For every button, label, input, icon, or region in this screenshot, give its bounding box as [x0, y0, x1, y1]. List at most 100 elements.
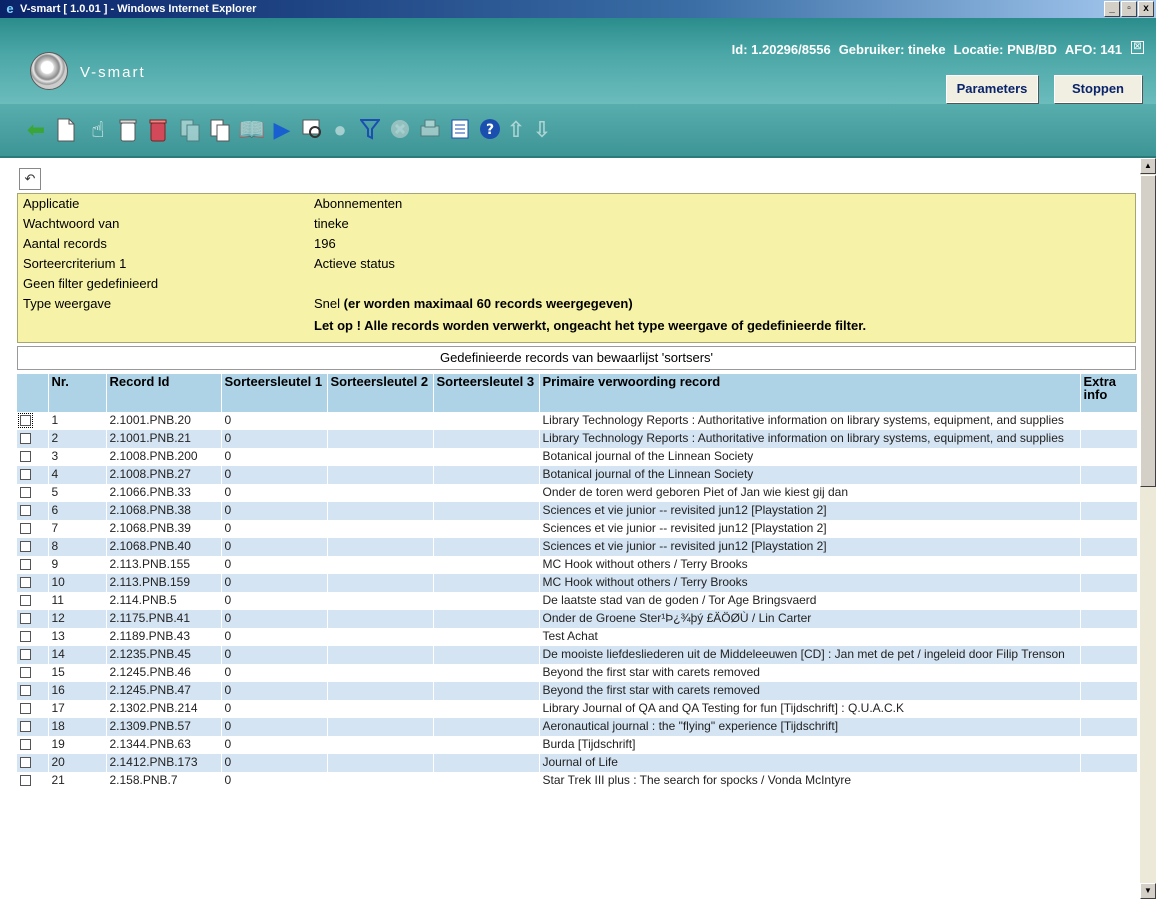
- close-window-button[interactable]: x: [1138, 1, 1154, 17]
- table-row[interactable]: 18 2.1309.PNB.57 0 Aeronautical journal : t…: [17, 718, 1138, 736]
- row-record-id[interactable]: 2.1412.PNB.173: [106, 754, 222, 772]
- table-row[interactable]: 3 2.1008.PNB.200 0 Botanical journal of the…: [17, 448, 1138, 466]
- row-record-id[interactable]: 2.1068.PNB.40: [106, 538, 222, 556]
- search-settings-icon[interactable]: [300, 118, 324, 142]
- col-extra-info[interactable]: Extra info: [1080, 374, 1138, 412]
- maximize-button[interactable]: ▫: [1121, 1, 1137, 17]
- row-record-id[interactable]: 2.1008.PNB.27: [106, 466, 222, 484]
- row-record-id[interactable]: 2.113.PNB.155: [106, 556, 222, 574]
- row-record-id[interactable]: 2.1245.PNB.47: [106, 682, 222, 700]
- row-checkbox[interactable]: [20, 613, 31, 624]
- open-book-icon[interactable]: 📖: [238, 118, 265, 142]
- row-checkbox[interactable]: [20, 757, 31, 768]
- close-icon[interactable]: ⊠: [1131, 41, 1144, 54]
- row-checkbox[interactable]: [20, 685, 31, 696]
- table-row[interactable]: 2 2.1001.PNB.21 0 Library Technology Report…: [17, 430, 1138, 448]
- delete-all-icon[interactable]: [146, 118, 170, 142]
- delete-icon[interactable]: [116, 118, 140, 142]
- print-icon[interactable]: [418, 118, 442, 142]
- table-row[interactable]: 1 2.1001.PNB.20 0 Library Technology Report…: [17, 412, 1138, 430]
- row-checkbox[interactable]: [18, 413, 33, 428]
- table-row[interactable]: 6 2.1068.PNB.38 0 Sciences et vie junior --…: [17, 502, 1138, 520]
- row-checkbox[interactable]: [20, 505, 31, 516]
- row-checkbox[interactable]: [20, 523, 31, 534]
- col-nr[interactable]: Nr.: [48, 374, 107, 412]
- row-checkbox[interactable]: [20, 649, 31, 660]
- table-row[interactable]: 17 2.1302.PNB.214 0 Library Journal of QA a…: [17, 700, 1138, 718]
- new-document-icon[interactable]: [54, 118, 78, 142]
- table-row[interactable]: 12 2.1175.PNB.41 0 Onder de Groene Ster¹Þ¿¾…: [17, 610, 1138, 628]
- vertical-scrollbar[interactable]: ▲ ▼: [1140, 158, 1156, 899]
- undo-icon[interactable]: ↶: [19, 168, 41, 190]
- stoppen-button[interactable]: Stoppen: [1054, 75, 1142, 103]
- table-row[interactable]: 10 2.113.PNB.159 0 MC Hook without others /…: [17, 574, 1138, 592]
- scroll-thumb[interactable]: [1140, 175, 1156, 487]
- table-row[interactable]: 14 2.1235.PNB.45 0 De mooiste liefdeslieder…: [17, 646, 1138, 664]
- col-sortkey-3[interactable]: Sorteersleutel 3: [433, 374, 540, 412]
- row-checkbox[interactable]: [20, 721, 31, 732]
- play-icon[interactable]: ▶: [270, 118, 294, 142]
- row-record-id[interactable]: 2.113.PNB.159: [106, 574, 222, 592]
- help-icon[interactable]: ?: [478, 118, 502, 142]
- copy-record-icon[interactable]: [178, 118, 202, 142]
- row-record-id[interactable]: 2.1001.PNB.21: [106, 430, 222, 448]
- parameters-button[interactable]: Parameters: [946, 75, 1038, 103]
- table-row[interactable]: 13 2.1189.PNB.43 0 Test Achat: [17, 628, 1138, 646]
- row-record-id[interactable]: 2.1235.PNB.45: [106, 646, 222, 664]
- col-primary[interactable]: Primaire verwoording record: [539, 374, 1081, 412]
- row-record-id[interactable]: 2.1068.PNB.39: [106, 520, 222, 538]
- row-checkbox[interactable]: [20, 703, 31, 714]
- row-checkbox[interactable]: [20, 775, 31, 786]
- up-arrow-icon[interactable]: ⇧: [504, 118, 528, 142]
- row-record-id[interactable]: 2.114.PNB.5: [106, 592, 222, 610]
- scroll-down-icon[interactable]: ▼: [1140, 883, 1156, 899]
- minimize-button[interactable]: _: [1104, 1, 1120, 17]
- table-row[interactable]: 11 2.114.PNB.5 0 De laatste stad van de god…: [17, 592, 1138, 610]
- row-checkbox[interactable]: [20, 559, 31, 570]
- table-row[interactable]: 5 2.1066.PNB.33 0 Onder de toren werd gebor…: [17, 484, 1138, 502]
- row-record-id[interactable]: 2.1189.PNB.43: [106, 628, 222, 646]
- col-record-id[interactable]: Record Id: [106, 374, 222, 412]
- table-row[interactable]: 9 2.113.PNB.155 0 MC Hook without others / …: [17, 556, 1138, 574]
- col-sortkey-2[interactable]: Sorteersleutel 2: [327, 374, 434, 412]
- row-checkbox[interactable]: [20, 577, 31, 588]
- down-arrow-icon[interactable]: ⇩: [530, 118, 554, 142]
- chat-icon[interactable]: ●: [328, 118, 352, 142]
- row-checkbox[interactable]: [20, 739, 31, 750]
- clear-filter-icon[interactable]: [388, 118, 412, 142]
- row-checkbox[interactable]: [20, 469, 31, 480]
- back-arrow-icon[interactable]: ⬅: [24, 118, 48, 142]
- table-row[interactable]: 16 2.1245.PNB.47 0 Beyond the first star wi…: [17, 682, 1138, 700]
- row-checkbox[interactable]: [20, 451, 31, 462]
- table-row[interactable]: 20 2.1412.PNB.173 0 Journal of Life: [17, 754, 1138, 772]
- row-record-id[interactable]: 2.1001.PNB.20: [106, 412, 222, 430]
- table-row[interactable]: 7 2.1068.PNB.39 0 Sciences et vie junior --…: [17, 520, 1138, 538]
- row-record-id[interactable]: 2.1344.PNB.63: [106, 736, 222, 754]
- row-record-id[interactable]: 2.1175.PNB.41: [106, 610, 222, 628]
- col-sortkey-1[interactable]: Sorteersleutel 1: [221, 374, 328, 412]
- row-checkbox[interactable]: [20, 667, 31, 678]
- row-record-id[interactable]: 2.1066.PNB.33: [106, 484, 222, 502]
- row-sortkey-1: 0: [221, 610, 328, 628]
- row-checkbox[interactable]: [20, 595, 31, 606]
- table-row[interactable]: 8 2.1068.PNB.40 0 Sciences et vie junior --…: [17, 538, 1138, 556]
- row-checkbox[interactable]: [20, 631, 31, 642]
- row-checkbox[interactable]: [20, 433, 31, 444]
- copy-icon[interactable]: [208, 118, 232, 142]
- row-checkbox[interactable]: [20, 541, 31, 552]
- row-record-id[interactable]: 2.1302.PNB.214: [106, 700, 222, 718]
- table-row[interactable]: 4 2.1008.PNB.27 0 Botanical journal of the …: [17, 466, 1138, 484]
- list-icon[interactable]: [448, 118, 472, 142]
- table-row[interactable]: 15 2.1245.PNB.46 0 Beyond the first star wi…: [17, 664, 1138, 682]
- select-hand-icon[interactable]: ☝: [86, 118, 110, 142]
- row-record-id[interactable]: 2.158.PNB.7: [106, 772, 222, 790]
- table-row[interactable]: 19 2.1344.PNB.63 0 Burda [Tijdschrift]: [17, 736, 1138, 754]
- row-record-id[interactable]: 2.1068.PNB.38: [106, 502, 222, 520]
- table-row[interactable]: 21 2.158.PNB.7 0 Star Trek III plus : The s…: [17, 772, 1138, 790]
- row-checkbox[interactable]: [20, 487, 31, 498]
- row-record-id[interactable]: 2.1309.PNB.57: [106, 718, 222, 736]
- row-record-id[interactable]: 2.1008.PNB.200: [106, 448, 222, 466]
- filter-icon[interactable]: [358, 118, 382, 142]
- row-record-id[interactable]: 2.1245.PNB.46: [106, 664, 222, 682]
- scroll-up-icon[interactable]: ▲: [1140, 158, 1156, 174]
